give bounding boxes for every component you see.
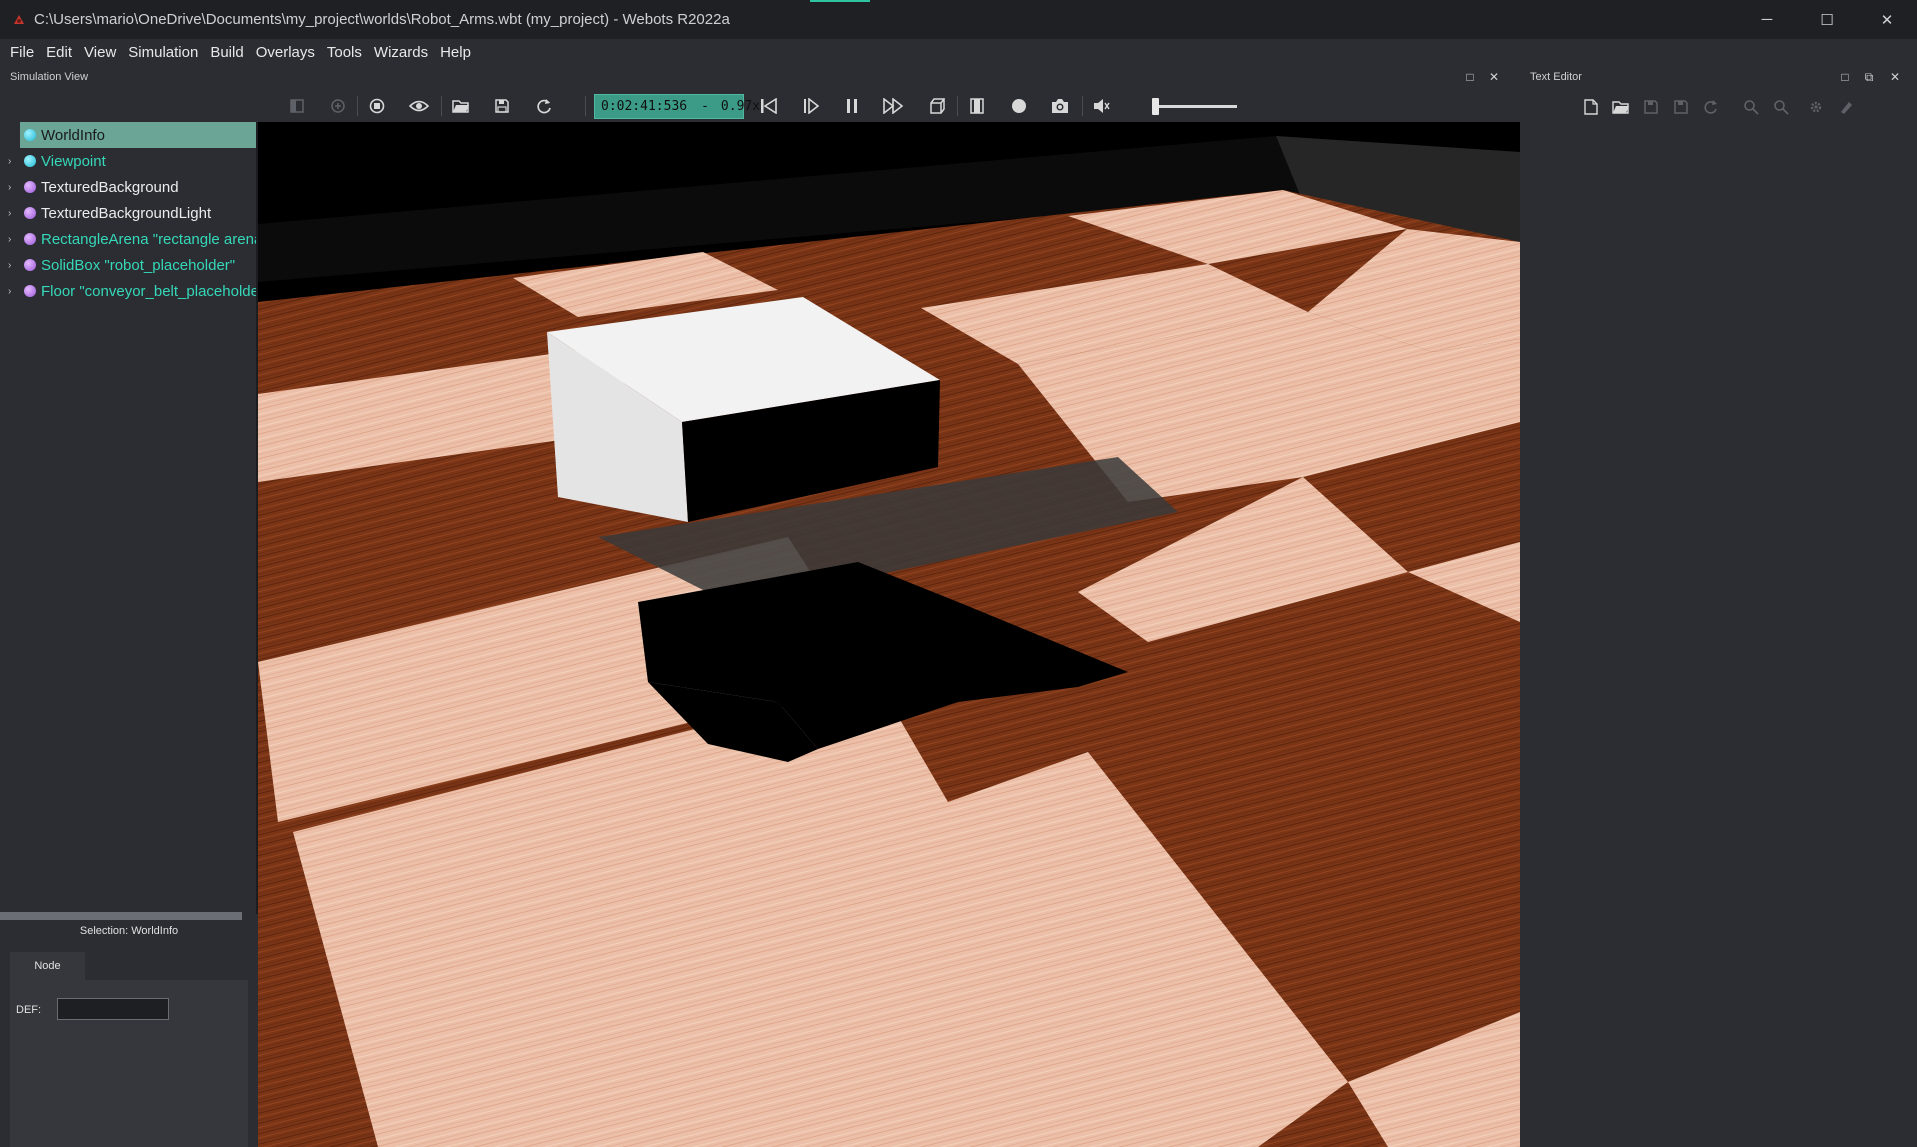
save-file-icon[interactable]: [1640, 96, 1662, 118]
scene-render: [258, 122, 1520, 1147]
tree-item-label: TexturedBackground: [41, 178, 179, 196]
build-icon[interactable]: [1805, 96, 1827, 118]
tree-item-floor[interactable]: › Floor "conveyor_belt_placeholder": [0, 278, 256, 304]
text-editor-undock-button[interactable]: ⧉: [1860, 67, 1878, 87]
menu-edit[interactable]: Edit: [40, 39, 78, 67]
tree-item-label: WorldInfo: [41, 126, 105, 144]
scene-tree-scrollbar[interactable]: [0, 912, 242, 920]
record-animation-icon[interactable]: [1007, 94, 1031, 118]
title-accent-line: [810, 0, 870, 2]
mute-icon[interactable]: [1090, 94, 1114, 118]
time-separator: -: [701, 99, 709, 114]
tree-item-worldinfo[interactable]: › WorldInfo: [20, 122, 256, 148]
window-title: C:\Users\mario\OneDrive\Documents\my_pro…: [34, 11, 730, 28]
tree-item-label: TexturedBackgroundLight: [41, 204, 212, 222]
tree-item-viewpoint[interactable]: › Viewpoint: [0, 148, 256, 174]
tree-item-label: Floor "conveyor_belt_placeholder": [41, 282, 256, 300]
webots-icon: [14, 14, 24, 24]
expand-arrow-icon[interactable]: ›: [8, 208, 11, 219]
revert-icon[interactable]: [1700, 96, 1722, 118]
menu-build[interactable]: Build: [204, 39, 249, 67]
node-dot-icon: [24, 207, 36, 219]
scene-tree: › WorldInfo › Viewpoint › TexturedBackgr…: [0, 122, 258, 914]
node-dot-icon: [24, 233, 36, 245]
tree-item-textured-background[interactable]: › TexturedBackground: [0, 174, 256, 200]
open-world-icon[interactable]: [449, 94, 473, 118]
tree-item-label: SolidBox "robot_placeholder": [41, 256, 236, 274]
menu-wizards[interactable]: Wizards: [368, 39, 434, 67]
node-dot-icon: [24, 155, 36, 167]
simulation-float-button[interactable]: □: [1461, 67, 1479, 87]
find-icon[interactable]: [1740, 96, 1762, 118]
selection-label: Selection: WorldInfo: [79, 925, 179, 937]
simulation-toolbar: 0:02:41:536 - 0.97x: [285, 90, 1245, 122]
new-file-icon[interactable]: [1580, 96, 1602, 118]
clean-icon[interactable]: [1835, 96, 1857, 118]
open-file-icon[interactable]: [1610, 96, 1632, 118]
tree-item-textured-background-light[interactable]: › TexturedBackgroundLight: [0, 200, 256, 226]
menu-simulation[interactable]: Simulation: [122, 39, 204, 67]
field-editor: Selection: WorldInfo Node DEF:: [0, 920, 258, 1147]
tree-item-solidbox[interactable]: › SolidBox "robot_placeholder": [0, 252, 256, 278]
close-button[interactable]: ✕: [1857, 0, 1917, 39]
add-node-icon[interactable]: [326, 94, 350, 118]
simulation-speed: 0.97x: [720, 99, 761, 114]
menu-view[interactable]: View: [78, 39, 122, 67]
expand-arrow-icon[interactable]: ›: [8, 182, 11, 193]
text-editor-title: Text Editor: [1530, 71, 1582, 83]
reset-view-icon[interactable]: [365, 94, 389, 118]
replace-icon[interactable]: [1770, 96, 1792, 118]
menu-bar: File Edit View Simulation Build Overlays…: [0, 39, 1917, 67]
title-bar: C:\Users\mario\OneDrive\Documents\my_pro…: [0, 0, 1917, 39]
node-dot-icon: [24, 181, 36, 193]
expand-arrow-icon[interactable]: ›: [8, 234, 11, 245]
simulation-time-display: 0:02:41:536 - 0.97x: [594, 94, 760, 119]
screenshot-icon[interactable]: [1048, 94, 1072, 118]
menu-overlays[interactable]: Overlays: [250, 39, 321, 67]
node-dot-icon: [24, 259, 36, 271]
menu-help[interactable]: Help: [434, 39, 477, 67]
text-editor-float-button[interactable]: □: [1836, 67, 1854, 87]
view-menu-icon[interactable]: [407, 94, 431, 118]
def-field[interactable]: [57, 998, 169, 1020]
node-dot-icon: [24, 285, 36, 297]
save-as-icon[interactable]: [1670, 96, 1692, 118]
tab-node[interactable]: Node: [10, 952, 85, 980]
save-world-icon[interactable]: [490, 94, 514, 118]
reload-world-icon[interactable]: [532, 94, 556, 118]
volume-slider-track[interactable]: [1155, 105, 1237, 108]
volume-slider-handle[interactable]: [1152, 98, 1159, 115]
3d-view[interactable]: [258, 122, 1520, 1147]
pause-icon[interactable]: [840, 94, 864, 118]
expand-arrow-icon[interactable]: ›: [8, 286, 11, 297]
fast-forward-icon[interactable]: [881, 94, 905, 118]
movie-record-icon[interactable]: [965, 94, 989, 118]
menu-file[interactable]: File: [4, 39, 40, 67]
text-editor-close-button[interactable]: ✕: [1886, 67, 1904, 87]
def-label: DEF:: [16, 1004, 42, 1016]
text-editor-dock: [1520, 67, 1917, 1147]
reset-simulation-icon[interactable]: [757, 94, 781, 118]
tree-item-rectangle-arena[interactable]: › RectangleArena "rectangle arena": [0, 226, 256, 252]
maximize-button[interactable]: ☐: [1797, 0, 1857, 39]
minimize-button[interactable]: ─: [1737, 0, 1797, 39]
tree-item-label: Viewpoint: [41, 152, 106, 170]
step-icon[interactable]: [799, 94, 823, 118]
show-scene-tree-icon[interactable]: [285, 94, 309, 118]
expand-arrow-icon[interactable]: ›: [8, 156, 11, 167]
node-dot-icon: [24, 129, 36, 141]
menu-tools[interactable]: Tools: [321, 39, 368, 67]
simulation-time: 0:02:41:536: [601, 99, 688, 114]
simulation-close-button[interactable]: ✕: [1485, 67, 1503, 87]
tree-item-label: RectangleArena "rectangle arena": [41, 230, 256, 248]
rendering-toggle-icon[interactable]: [924, 94, 948, 118]
expand-arrow-icon[interactable]: ›: [8, 260, 11, 271]
simulation-view-title: Simulation View: [10, 71, 89, 83]
